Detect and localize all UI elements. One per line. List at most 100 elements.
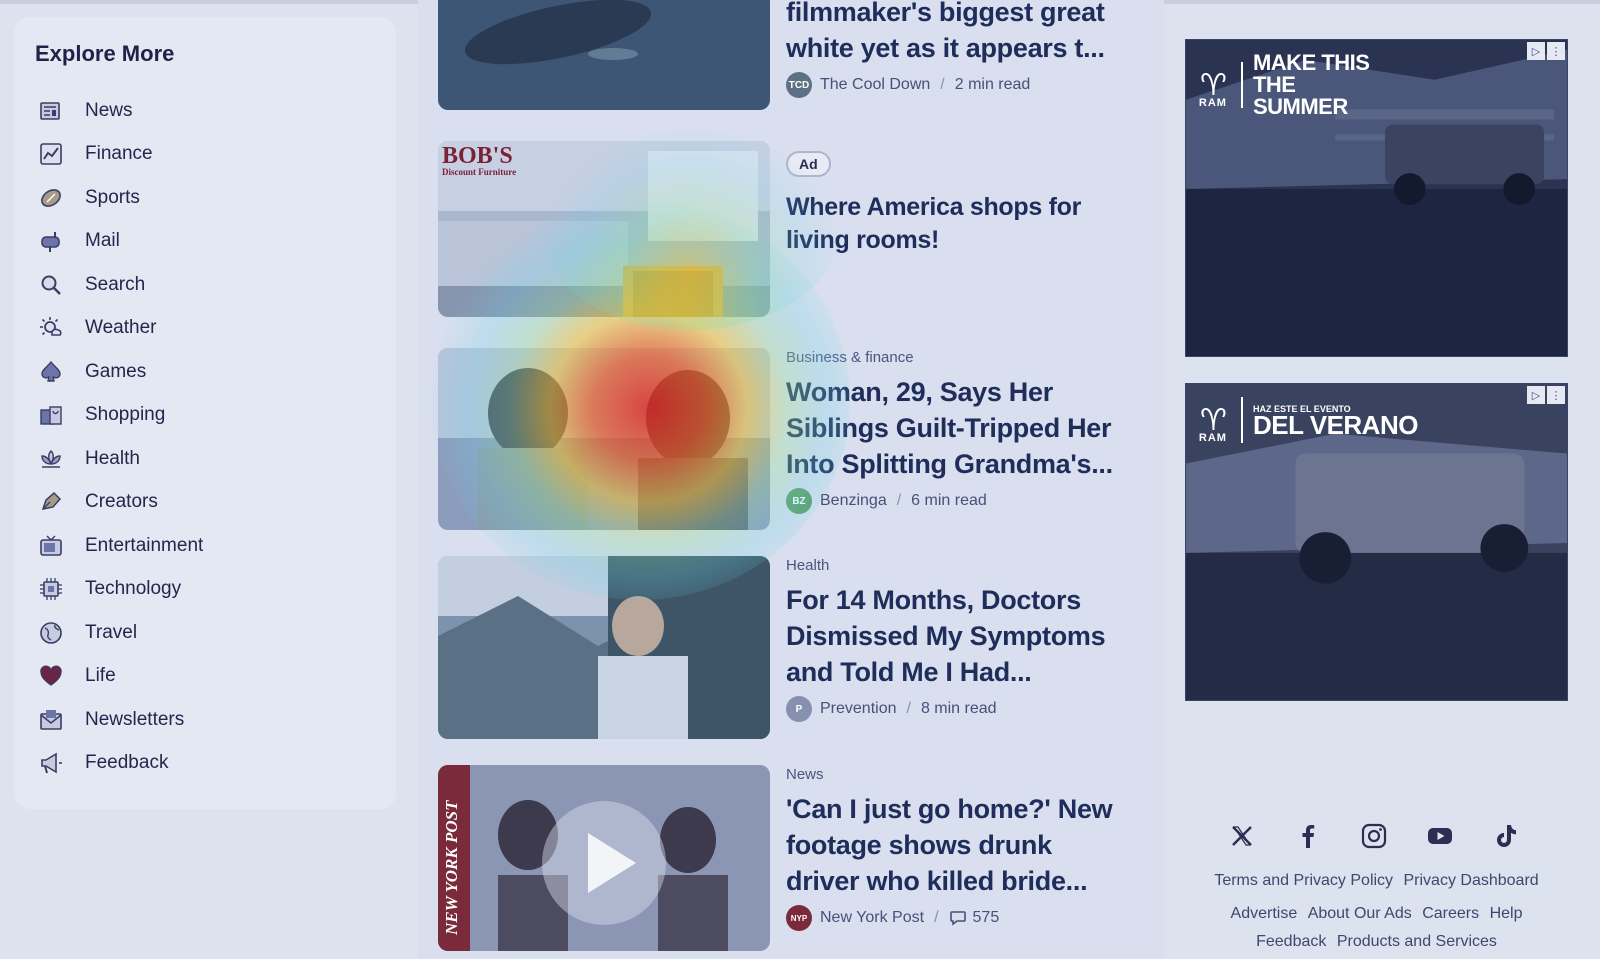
adchoices-icon[interactable]: ▷: [1527, 42, 1545, 60]
privacy-dashboard-link[interactable]: Privacy Dashboard: [1404, 872, 1539, 889]
read-time: 8 min read: [920, 700, 997, 717]
sidebar-item-label: News: [85, 99, 133, 121]
ad-choices[interactable]: ▷ ⋮: [1527, 386, 1565, 404]
ram-ad-2[interactable]: ▷ ⋮ ♈ RAM HAZ ESTE EL EVENTO DEL VERANO: [1185, 383, 1568, 701]
social-links: [1228, 822, 1520, 850]
story-headline[interactable]: 'Can I just go home?' New footage shows …: [786, 791, 1121, 899]
x-icon[interactable]: [1228, 822, 1256, 850]
facebook-icon[interactable]: [1294, 822, 1322, 850]
comment-icon[interactable]: [949, 909, 967, 927]
globe-icon: [38, 620, 64, 646]
mailbox-icon: [38, 228, 64, 254]
story-thumbnail-siblings[interactable]: [438, 348, 770, 530]
meta-separator: /: [934, 909, 939, 926]
story-thumbnail-shark[interactable]: [438, 0, 770, 110]
help-link[interactable]: Help: [1490, 905, 1523, 922]
story-headline[interactable]: filmmaker's biggest great white yet as i…: [786, 0, 1121, 66]
source-logo: NYP: [786, 905, 812, 931]
footer-row-1: Terms and Privacy Policy Privacy Dashboa…: [1185, 872, 1568, 890]
adchoices-icon[interactable]: ▷: [1527, 386, 1545, 404]
ad-thumbnail-furniture[interactable]: BOB'S Discount Furniture: [438, 141, 770, 317]
story-meta: P Prevention / 8 min read: [786, 696, 1121, 722]
about-ads-link[interactable]: About Our Ads: [1308, 905, 1412, 922]
ad-brand-block: ♈ RAM HAZ ESTE EL EVENTO DEL VERANO: [1199, 396, 1418, 444]
ad-menu-icon[interactable]: ⋮: [1547, 386, 1565, 404]
ad-brand-subtitle: Discount Furniture: [442, 167, 517, 177]
meta-separator: /: [896, 492, 902, 509]
products-link[interactable]: Products and Services: [1337, 933, 1497, 950]
sidebar-item-finance[interactable]: Finance: [35, 133, 396, 177]
play-icon[interactable]: [542, 801, 666, 925]
sidebar-item-label: Games: [85, 360, 147, 382]
source-logo: BZ: [786, 488, 812, 514]
shopping-bag-icon: [38, 402, 64, 428]
story-category[interactable]: Business & finance: [786, 349, 1121, 366]
story-4[interactable]: News 'Can I just go home?' New footage s…: [786, 766, 1121, 931]
ad-choices[interactable]: ▷ ⋮: [1527, 42, 1565, 60]
story-3[interactable]: Health For 14 Months, Doctors Dismissed …: [786, 557, 1121, 722]
story-thumbnail-woman-outdoors[interactable]: [438, 556, 770, 739]
envelope-icon: [38, 707, 64, 733]
story-category[interactable]: Health: [786, 557, 1121, 574]
sidebar-item-entertainment[interactable]: Entertainment: [35, 524, 396, 568]
story-headline[interactable]: For 14 Months, Doctors Dismissed My Symp…: [786, 582, 1121, 690]
sun-cloud-icon: [38, 315, 64, 341]
sidebar-item-sports[interactable]: Sports: [35, 176, 396, 220]
sidebar-item-creators[interactable]: Creators: [35, 481, 396, 525]
story-1-ad[interactable]: Ad Where America shops for living rooms!: [786, 151, 1121, 257]
sidebar-item-label: Feedback: [85, 752, 169, 774]
story-category[interactable]: News: [786, 766, 1121, 783]
ad-badge: Ad: [786, 151, 831, 177]
source-logo: TCD: [786, 72, 812, 98]
feedback-link[interactable]: Feedback: [1256, 933, 1326, 950]
sidebar-item-label: Creators: [85, 491, 158, 513]
sidebar-item-feedback[interactable]: Feedback: [35, 742, 396, 786]
ad-brand-block: ♈ RAM MAKE THIS THE SUMMER: [1198, 50, 1373, 119]
sidebar-item-newsletters[interactable]: Newsletters: [35, 698, 396, 742]
ad-menu-icon[interactable]: ⋮: [1547, 42, 1565, 60]
terms-link[interactable]: Terms and Privacy Policy: [1214, 872, 1393, 889]
sidebar-item-health[interactable]: Health: [35, 437, 396, 481]
advertise-link[interactable]: Advertise: [1231, 905, 1298, 922]
story-headline[interactable]: Where America shops for living rooms!: [786, 191, 1121, 257]
meta-separator: /: [906, 700, 911, 717]
chart-icon: [38, 141, 64, 167]
footer-row-2: Advertise About Our Ads Careers Help: [1185, 905, 1568, 923]
instagram-icon[interactable]: [1360, 822, 1388, 850]
sidebar-item-label: Health: [85, 447, 140, 469]
tiktok-icon[interactable]: [1492, 822, 1520, 850]
story-0[interactable]: filmmaker's biggest great white yet as i…: [786, 0, 1121, 98]
ram-ad-1[interactable]: ▷ ⋮ ♈ RAM MAKE THIS THE SUMMER: [1185, 39, 1568, 357]
pen-nib-icon: [38, 489, 64, 515]
story-headline[interactable]: Woman, 29, Says Her Siblings Guilt-Tripp…: [786, 374, 1121, 482]
sidebar-item-news[interactable]: News: [35, 89, 396, 133]
sidebar-item-technology[interactable]: Technology: [35, 568, 396, 612]
source-logo: P: [786, 696, 812, 722]
source-name[interactable]: The Cool Down: [820, 76, 930, 94]
chip-icon: [38, 576, 64, 602]
story-2[interactable]: Business & finance Woman, 29, Says Her S…: [786, 349, 1121, 514]
sidebar-item-label: Entertainment: [85, 534, 204, 556]
sidebar-item-shopping[interactable]: Shopping: [35, 394, 396, 438]
nypost-thumb-label: NEW YORK POST: [442, 800, 461, 935]
careers-link[interactable]: Careers: [1422, 905, 1479, 922]
sidebar-item-life[interactable]: Life: [35, 655, 396, 699]
source-name[interactable]: New York Post: [820, 909, 924, 927]
sidebar-item-label: Finance: [85, 143, 153, 165]
source-name[interactable]: Benzinga: [820, 492, 887, 510]
comment-count[interactable]: 575: [973, 909, 1000, 927]
sidebar-item-label: Weather: [85, 317, 157, 339]
ad-slogan: MAKE THIS THE SUMMER: [1252, 50, 1370, 119]
sidebar-item-mail[interactable]: Mail: [35, 220, 396, 264]
read-time: 6 min read: [911, 492, 987, 509]
sidebar-item-label: Newsletters: [85, 708, 185, 730]
sidebar-item-travel[interactable]: Travel: [35, 611, 396, 655]
story-thumbnail-video[interactable]: NEW YORK POST: [438, 765, 770, 951]
sidebar-item-weather[interactable]: Weather: [35, 307, 396, 351]
sidebar-item-games[interactable]: Games: [35, 350, 396, 394]
ram-wordmark: RAM: [1198, 97, 1227, 109]
sidebar-item-search[interactable]: Search: [35, 263, 396, 307]
source-name[interactable]: Prevention: [820, 700, 897, 718]
youtube-icon[interactable]: [1426, 822, 1454, 850]
meta-separator: /: [940, 76, 945, 93]
